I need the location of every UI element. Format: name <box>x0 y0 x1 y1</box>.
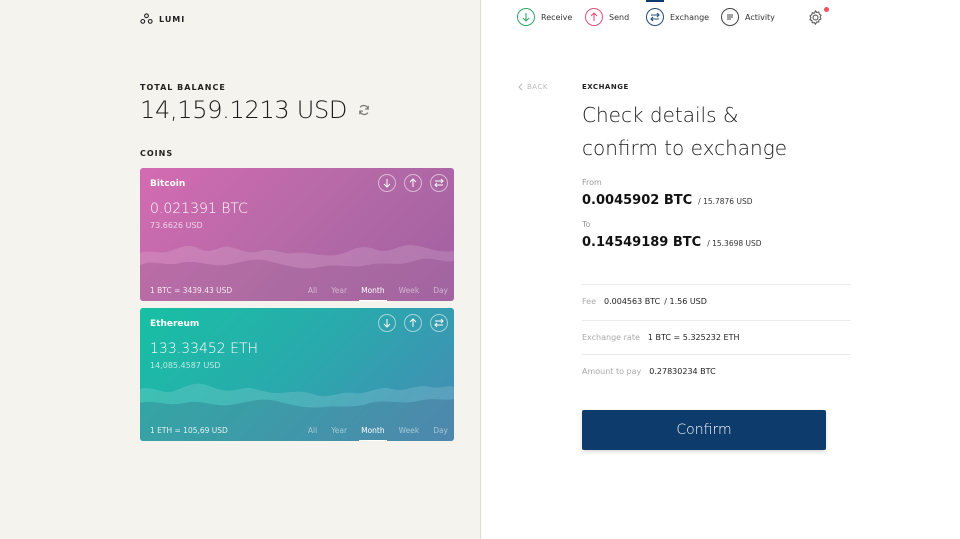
from-amount: 0.0045902 BTC <box>582 193 693 208</box>
coin-rate: 1 BTC = 3439.43 USD <box>150 286 233 295</box>
receive-coin-button[interactable] <box>378 174 396 192</box>
coin-usd-value: 14,085.4587 USD <box>150 361 221 370</box>
nav-receive[interactable]: Receive <box>517 8 572 26</box>
activity-icon <box>721 8 739 26</box>
exchange-panel: Receive Send Exchange Activity BACK EXCH… <box>481 0 960 539</box>
amount-to-pay-value: 0.27830234 BTC <box>649 367 716 376</box>
period-tabs: All Year Month Week Day <box>308 426 448 441</box>
swap-icon <box>434 178 444 188</box>
notification-dot <box>824 7 829 12</box>
tab-week[interactable]: Week <box>399 426 420 435</box>
back-button[interactable]: BACK <box>518 83 548 91</box>
receive-coin-button[interactable] <box>378 314 396 332</box>
nav-exchange[interactable]: Exchange <box>646 0 710 26</box>
coin-card-ethereum[interactable]: Ethereum 133.33452 ETH 14,085.4587 USD 1… <box>140 308 454 441</box>
to-usd: / 15.3698 USD <box>707 239 762 248</box>
exchange-rate-row: Exchange rate 1 BTC = 5.325232 ETH <box>582 320 851 354</box>
from-amount-row: 0.0045902 BTC / 15.7876 USD <box>582 193 753 208</box>
tab-year[interactable]: Year <box>331 426 347 435</box>
exchange-coin-button[interactable] <box>430 174 448 192</box>
coin-amount: 0.021391 BTC <box>150 201 248 217</box>
section-title: EXCHANGE <box>582 83 629 91</box>
arrow-down-icon <box>383 179 391 188</box>
tab-month[interactable]: Month <box>359 286 387 301</box>
nav-send[interactable]: Send <box>585 8 629 26</box>
page-title-line-2: confirm to exchange <box>582 136 787 160</box>
to-label: To <box>582 220 591 229</box>
swap-icon <box>434 318 444 328</box>
fee-usd: / 1.56 USD <box>664 297 707 306</box>
logo-text: LUMI <box>159 15 186 24</box>
total-balance: 14,159.1213 USD <box>140 96 371 124</box>
coin-name: Ethereum <box>150 319 200 329</box>
coins-label: COINS <box>140 149 174 158</box>
send-coin-button[interactable] <box>404 174 422 192</box>
from-label: From <box>582 178 602 187</box>
top-navigation: Receive Send Exchange Activity <box>481 0 960 28</box>
refresh-icon[interactable] <box>357 103 371 117</box>
coin-card-bitcoin[interactable]: Bitcoin 0.021391 BTC 73.6626 USD 1 BTC =… <box>140 168 454 301</box>
receive-icon <box>517 8 535 26</box>
tab-week[interactable]: Week <box>399 286 420 295</box>
coin-amount: 133.33452 ETH <box>150 341 259 357</box>
nav-receive-label: Receive <box>541 12 573 22</box>
tab-month[interactable]: Month <box>359 426 387 441</box>
arrow-down-icon <box>383 319 391 328</box>
total-balance-value: 14,159.1213 USD <box>140 96 348 124</box>
arrow-up-icon <box>409 178 417 187</box>
coin-rate: 1 ETH = 105,69 USD <box>150 426 228 435</box>
fee-value: 0.004563 BTC <box>604 297 661 306</box>
send-icon <box>585 8 603 26</box>
exchange-rate-value: 1 BTC = 5.325232 ETH <box>647 333 740 342</box>
amount-to-pay-label: Amount to pay <box>582 367 642 376</box>
page-title-line-1: Check details & <box>582 103 739 127</box>
tab-day[interactable]: Day <box>433 426 448 435</box>
coin-actions <box>378 174 448 192</box>
from-usd: / 15.7876 USD <box>698 197 753 206</box>
tab-year[interactable]: Year <box>331 286 347 295</box>
tab-all[interactable]: All <box>308 426 317 435</box>
chevron-left-icon <box>518 83 523 91</box>
nav-send-label: Send <box>609 12 630 22</box>
tab-day[interactable]: Day <box>433 286 448 295</box>
wallet-panel: LUMI TOTAL BALANCE 14,159.1213 USD COINS… <box>0 0 481 539</box>
coin-name: Bitcoin <box>150 179 186 189</box>
exchange-rate-label: Exchange rate <box>582 333 640 342</box>
back-label: BACK <box>527 83 548 91</box>
nav-exchange-label: Exchange <box>670 12 710 22</box>
nav-activity-label: Activity <box>745 12 775 22</box>
logo[interactable]: LUMI <box>140 13 185 26</box>
exchange-coin-button[interactable] <box>430 314 448 332</box>
logo-icon <box>140 13 153 24</box>
coin-actions <box>378 314 448 332</box>
amount-to-pay-row: Amount to pay 0.27830234 BTC <box>582 354 851 388</box>
fee-label: Fee <box>582 297 597 306</box>
tab-all[interactable]: All <box>308 286 317 295</box>
period-tabs: All Year Month Week Day <box>308 286 448 301</box>
coin-usd-value: 73.6626 USD <box>150 221 203 230</box>
send-coin-button[interactable] <box>404 314 422 332</box>
to-amount-row: 0.14549189 BTC / 15.3698 USD <box>582 235 762 250</box>
fee-row: Fee 0.004563 BTC / 1.56 USD <box>582 284 851 318</box>
exchange-icon <box>646 8 664 26</box>
to-amount: 0.14549189 BTC <box>582 235 702 250</box>
nav-activity[interactable]: Activity <box>721 8 775 26</box>
arrow-up-icon <box>409 318 417 327</box>
total-balance-label: TOTAL BALANCE <box>140 83 226 92</box>
page-title: Check details & confirm to exchange <box>582 99 842 165</box>
confirm-button[interactable]: Confirm <box>582 410 826 450</box>
settings-gear-icon[interactable] <box>807 9 824 26</box>
